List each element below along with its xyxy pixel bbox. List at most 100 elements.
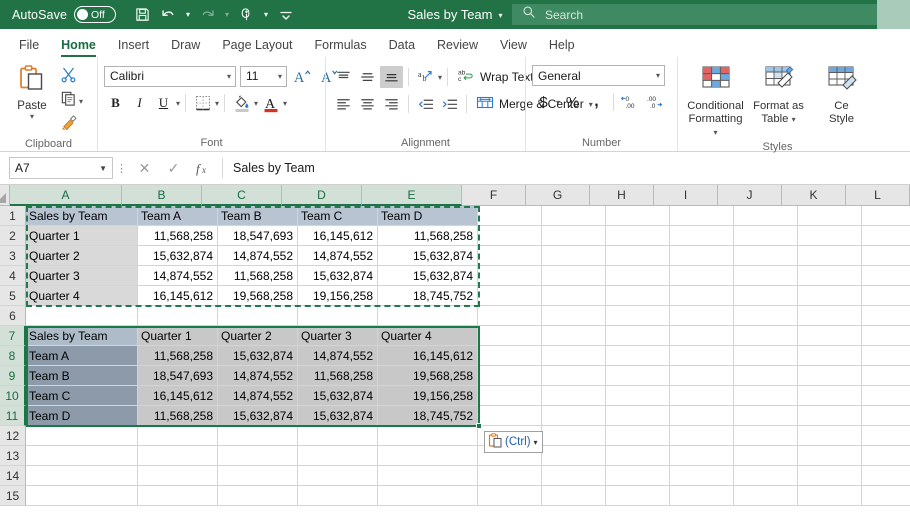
cell-C9[interactable]: 14,874,552: [218, 366, 298, 386]
save-icon[interactable]: [130, 3, 155, 27]
cell-A6[interactable]: [26, 306, 138, 326]
increase-indent-button[interactable]: [438, 93, 461, 115]
column-header-i[interactable]: I: [654, 185, 718, 206]
conditional-formatting-button[interactable]: Conditional Formatting ▾: [686, 62, 745, 139]
column-header-a[interactable]: A: [10, 185, 122, 206]
column-header-j[interactable]: J: [718, 185, 782, 206]
cell-G5[interactable]: [542, 286, 606, 306]
cell-K3[interactable]: [798, 246, 862, 266]
cell-H15[interactable]: [606, 486, 670, 506]
cell-H13[interactable]: [606, 446, 670, 466]
cell-H4[interactable]: [606, 266, 670, 286]
cell-B7[interactable]: Quarter 1: [138, 326, 218, 346]
cell-I8[interactable]: [670, 346, 734, 366]
cell-K15[interactable]: [798, 486, 862, 506]
cell-E15[interactable]: [378, 486, 478, 506]
row-header-4[interactable]: 4: [0, 266, 26, 286]
cell-D3[interactable]: 14,874,552: [298, 246, 378, 266]
align-left-button[interactable]: [332, 93, 355, 115]
cell-I2[interactable]: [670, 226, 734, 246]
cell-E11[interactable]: 18,745,752: [378, 406, 478, 426]
format-as-table-button[interactable]: Format as Table ▾: [749, 62, 808, 126]
cell-L5[interactable]: [862, 286, 910, 306]
tab-home[interactable]: Home: [50, 35, 107, 57]
cell-A10[interactable]: Team C: [26, 386, 138, 406]
cell-A15[interactable]: [26, 486, 138, 506]
align-bottom-button[interactable]: [380, 66, 403, 88]
cell-H11[interactable]: [606, 406, 670, 426]
tab-view[interactable]: View: [489, 35, 538, 56]
cell-E10[interactable]: 19,156,258: [378, 386, 478, 406]
cell-L9[interactable]: [862, 366, 910, 386]
cell-G1[interactable]: [542, 206, 606, 226]
cell-F11[interactable]: [478, 406, 542, 426]
window-controls-area[interactable]: [877, 0, 910, 29]
cell-J3[interactable]: [734, 246, 798, 266]
cell-H8[interactable]: [606, 346, 670, 366]
cell-J10[interactable]: [734, 386, 798, 406]
row-header-7[interactable]: 7: [0, 326, 26, 346]
row-header-5[interactable]: 5: [0, 286, 26, 306]
cell-C10[interactable]: 14,874,552: [218, 386, 298, 406]
autosave-toggle[interactable]: Off: [74, 6, 117, 23]
cell-J4[interactable]: [734, 266, 798, 286]
cell-H12[interactable]: [606, 426, 670, 446]
cell-L6[interactable]: [862, 306, 910, 326]
cell-L10[interactable]: [862, 386, 910, 406]
cell-F6[interactable]: [478, 306, 542, 326]
touch-mode-dropdown-icon[interactable]: ▾: [260, 3, 272, 27]
row-header-12[interactable]: 12: [0, 426, 26, 446]
number-format-select[interactable]: General ▾: [532, 65, 665, 86]
font-size-input[interactable]: 11 ▾: [240, 65, 287, 87]
cell-D5[interactable]: 19,156,258: [298, 286, 378, 306]
cell-B9[interactable]: 18,547,693: [138, 366, 218, 386]
cell-L15[interactable]: [862, 486, 910, 506]
cell-K14[interactable]: [798, 466, 862, 486]
cell-L14[interactable]: [862, 466, 910, 486]
name-box-dropdown-icon[interactable]: ▼: [99, 164, 107, 173]
cell-E9[interactable]: 19,568,258: [378, 366, 478, 386]
cell-C2[interactable]: 18,547,693: [218, 226, 298, 246]
cell-A14[interactable]: [26, 466, 138, 486]
document-title[interactable]: Sales by Team: [407, 7, 492, 22]
cell-E1[interactable]: Team D: [378, 206, 478, 226]
cell-A13[interactable]: [26, 446, 138, 466]
paste-options-dropdown-icon[interactable]: ▾: [534, 438, 538, 447]
cell-A3[interactable]: Quarter 2: [26, 246, 138, 266]
cell-D11[interactable]: 15,632,874: [298, 406, 378, 426]
cell-E6[interactable]: [378, 306, 478, 326]
cell-H6[interactable]: [606, 306, 670, 326]
cell-D2[interactable]: 16,145,612: [298, 226, 378, 246]
cell-B11[interactable]: 11,568,258: [138, 406, 218, 426]
cell-I13[interactable]: [670, 446, 734, 466]
cell-E14[interactable]: [378, 466, 478, 486]
cell-J1[interactable]: [734, 206, 798, 226]
select-all-corner[interactable]: [0, 185, 10, 206]
formula-input[interactable]: Sales by Team: [229, 157, 906, 179]
row-header-6[interactable]: 6: [0, 306, 26, 326]
cell-E2[interactable]: 11,568,258: [378, 226, 478, 246]
column-header-g[interactable]: G: [526, 185, 590, 206]
cell-B8[interactable]: 11,568,258: [138, 346, 218, 366]
cell-A9[interactable]: Team B: [26, 366, 138, 386]
increase-font-size-button[interactable]: A: [291, 65, 314, 87]
decrease-indent-button[interactable]: [414, 93, 437, 115]
paste-dropdown-icon[interactable]: ▾: [30, 113, 34, 121]
cell-I10[interactable]: [670, 386, 734, 406]
cell-A1[interactable]: Sales by Team: [26, 206, 138, 226]
column-header-h[interactable]: H: [590, 185, 654, 206]
paste-options-button[interactable]: (Ctrl) ▾: [484, 431, 543, 453]
cell-J11[interactable]: [734, 406, 798, 426]
cell-G7[interactable]: [542, 326, 606, 346]
cell-J6[interactable]: [734, 306, 798, 326]
cell-A11[interactable]: Team D: [26, 406, 138, 426]
insert-function-icon[interactable]: fx: [189, 157, 216, 179]
cell-J14[interactable]: [734, 466, 798, 486]
row-header-14[interactable]: 14: [0, 466, 26, 486]
redo-dropdown-icon[interactable]: ▾: [221, 3, 233, 27]
row-header-15[interactable]: 15: [0, 486, 26, 506]
cell-K2[interactable]: [798, 226, 862, 246]
cancel-icon[interactable]: ✕: [131, 157, 158, 179]
customize-quick-access-icon[interactable]: [273, 3, 298, 27]
cell-B13[interactable]: [138, 446, 218, 466]
